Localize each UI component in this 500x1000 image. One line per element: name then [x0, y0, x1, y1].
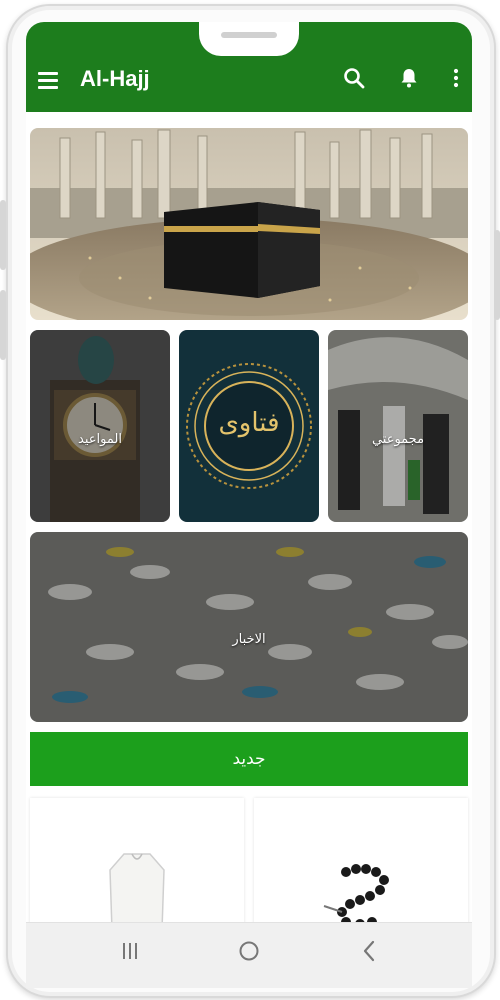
volume-button: [0, 200, 6, 270]
my-group-label: مجموعتي: [371, 432, 425, 447]
more-vert-icon[interactable]: [444, 66, 468, 90]
recent-apps-icon[interactable]: [110, 937, 150, 965]
my-group-tile[interactable]: مجموعتي: [328, 330, 468, 522]
app-bar: Al-Hajj: [26, 22, 472, 112]
back-icon[interactable]: [349, 937, 389, 965]
speaker-grill: [221, 32, 277, 38]
appointments-label: المواعيد: [78, 432, 122, 447]
search-icon[interactable]: [342, 66, 366, 90]
clock-tower-image: [30, 330, 170, 522]
product-card-prayer-beads[interactable]: [254, 798, 468, 928]
system-nav-bar: [26, 922, 472, 988]
ihram-garment-image: [109, 853, 165, 930]
power-button: [494, 230, 500, 320]
kaaba-image: [30, 128, 468, 320]
home-content: المواعيد فتاوى مجموعتي الاخبار جديد: [26, 112, 472, 930]
prayer-beads-image: [323, 864, 389, 926]
appointments-tile[interactable]: المواعيد: [30, 330, 170, 522]
hero-banner[interactable]: [30, 128, 468, 320]
product-card-ihram[interactable]: [30, 798, 244, 930]
pilgrims-image: [328, 330, 468, 522]
new-button[interactable]: جديد: [30, 732, 468, 786]
news-tile[interactable]: الاخبار: [30, 532, 468, 722]
app-title: Al-Hajj: [80, 66, 150, 91]
news-label: الاخبار: [232, 632, 266, 647]
menu-icon[interactable]: [38, 72, 58, 89]
bell-icon[interactable]: [397, 66, 421, 90]
camera-notch: [199, 22, 299, 56]
app-screen: Al-Hajj المواعيد فتاوى مجموعتي الاخبار ج…: [26, 22, 472, 988]
fatwas-title: فتاوى: [218, 408, 280, 438]
home-icon[interactable]: [229, 937, 269, 965]
crowd-image: [30, 532, 468, 722]
fatwas-tile[interactable]: فتاوى: [179, 330, 319, 522]
volume-button: [0, 290, 6, 360]
